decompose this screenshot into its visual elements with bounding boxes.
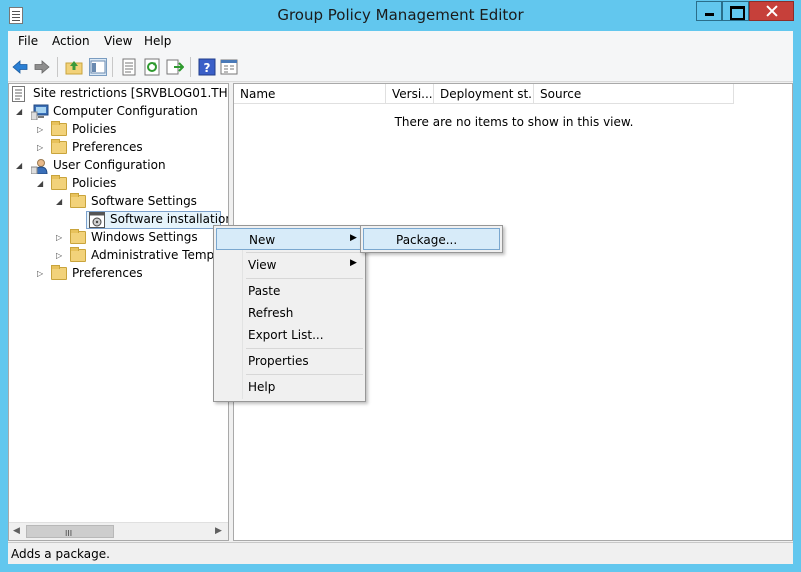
submenu-arrow-icon: ▶ bbox=[350, 233, 357, 243]
expand-icon[interactable]: ▷ bbox=[37, 144, 45, 152]
scroll-right-icon[interactable]: ▶ bbox=[215, 526, 222, 536]
user-icon bbox=[31, 159, 48, 174]
expand-icon[interactable]: ▷ bbox=[56, 252, 64, 260]
empty-list-message: There are no items to show in this view. bbox=[394, 115, 634, 129]
tree-item-user-configuration[interactable]: ◢ User Configuration bbox=[9, 157, 228, 175]
column-header-version[interactable]: Versi... bbox=[386, 84, 434, 104]
close-button[interactable] bbox=[749, 1, 794, 21]
software-installation-icon bbox=[89, 212, 105, 228]
submenu-arrow-icon: ▶ bbox=[350, 258, 357, 268]
policy-document-icon bbox=[12, 86, 25, 102]
tree-item-uc-policies[interactable]: ◢ Policies bbox=[9, 175, 228, 193]
column-header-source[interactable]: Source bbox=[534, 84, 734, 104]
export-icon[interactable] bbox=[166, 58, 184, 76]
menu-bar: File Action View Help bbox=[8, 31, 793, 52]
export-list-icon[interactable] bbox=[120, 58, 138, 76]
help-icon[interactable]: ? bbox=[198, 58, 216, 76]
maximize-button[interactable] bbox=[722, 1, 749, 21]
context-menu: New ▶ View ▶ Paste Refresh Export List..… bbox=[213, 225, 366, 402]
folder-icon bbox=[70, 193, 86, 208]
collapse-icon[interactable]: ◢ bbox=[56, 198, 64, 206]
up-folder-icon[interactable] bbox=[65, 58, 83, 76]
status-bar: Adds a package. bbox=[8, 542, 793, 564]
tree-item-administrative-templates[interactable]: ▷ Administrative Templat bbox=[9, 247, 228, 265]
tree-item-root[interactable]: Site restrictions [SRVBLOG01.THESOL bbox=[9, 85, 228, 103]
expand-icon[interactable]: ▷ bbox=[37, 126, 45, 134]
tree-item-computer-configuration[interactable]: ◢ Computer Configuration bbox=[9, 103, 228, 121]
show-hide-tree-icon[interactable] bbox=[89, 58, 107, 76]
minimize-button[interactable] bbox=[696, 1, 722, 21]
window-title: Group Policy Management Editor bbox=[277, 6, 524, 24]
tree-item-cc-policies[interactable]: ▷ Policies bbox=[9, 121, 228, 139]
refresh-icon[interactable] bbox=[143, 58, 161, 76]
expand-icon[interactable]: ▷ bbox=[56, 234, 64, 242]
column-header-name[interactable]: Name bbox=[234, 84, 386, 104]
menu-item-export-list[interactable]: Export List... bbox=[216, 324, 363, 346]
scroll-thumb[interactable]: III bbox=[26, 525, 114, 538]
computer-icon bbox=[31, 104, 49, 120]
column-header-deployment-state[interactable]: Deployment st... bbox=[434, 84, 534, 104]
client-area: File Action View Help ? Site restriction… bbox=[8, 31, 793, 564]
folder-icon bbox=[51, 121, 67, 136]
new-submenu: Package... bbox=[360, 225, 503, 253]
properties-pane-icon[interactable] bbox=[220, 58, 238, 76]
svg-text:?: ? bbox=[204, 61, 211, 75]
folder-icon bbox=[51, 265, 67, 280]
tree-horizontal-scrollbar[interactable]: ◀ III ▶ bbox=[9, 522, 228, 540]
expand-icon[interactable]: ▷ bbox=[37, 270, 45, 278]
menu-view[interactable]: View bbox=[104, 34, 132, 48]
folder-icon bbox=[70, 229, 86, 244]
menu-item-properties[interactable]: Properties bbox=[216, 350, 363, 372]
tree-item-software-installation[interactable]: Software installation bbox=[9, 211, 228, 229]
folder-icon bbox=[70, 247, 86, 262]
menu-item-package[interactable]: Package... bbox=[363, 228, 500, 250]
menu-item-refresh[interactable]: Refresh bbox=[216, 302, 363, 324]
scroll-left-icon[interactable]: ◀ bbox=[13, 526, 20, 536]
menu-item-paste[interactable]: Paste bbox=[216, 280, 363, 302]
tree-item-cc-preferences[interactable]: ▷ Preferences bbox=[9, 139, 228, 157]
menu-item-help[interactable]: Help bbox=[216, 376, 363, 398]
title-bar[interactable]: Group Policy Management Editor bbox=[0, 0, 801, 31]
back-icon[interactable] bbox=[11, 58, 29, 76]
app-window: Group Policy Management Editor File Acti… bbox=[0, 0, 801, 572]
collapse-icon[interactable]: ◢ bbox=[37, 180, 45, 188]
tree-item-windows-settings[interactable]: ▷ Windows Settings bbox=[9, 229, 228, 247]
menu-help[interactable]: Help bbox=[144, 34, 171, 48]
menu-item-view[interactable]: View ▶ bbox=[216, 254, 363, 276]
folder-icon bbox=[51, 175, 67, 190]
folder-icon bbox=[51, 139, 67, 154]
tree-item-uc-preferences[interactable]: ▷ Preferences bbox=[9, 265, 228, 283]
menu-action[interactable]: Action bbox=[52, 34, 90, 48]
tree-item-software-settings[interactable]: ◢ Software Settings bbox=[9, 193, 228, 211]
status-text: Adds a package. bbox=[11, 547, 110, 561]
menu-file[interactable]: File bbox=[18, 34, 38, 48]
console-tree[interactable]: Site restrictions [SRVBLOG01.THESOL ◢ Co… bbox=[8, 83, 229, 541]
forward-icon[interactable] bbox=[33, 58, 51, 76]
toolbar: ? bbox=[8, 52, 793, 82]
collapse-icon[interactable]: ◢ bbox=[16, 162, 24, 170]
collapse-icon[interactable]: ◢ bbox=[16, 108, 24, 116]
menu-item-new[interactable]: New ▶ bbox=[216, 228, 363, 250]
